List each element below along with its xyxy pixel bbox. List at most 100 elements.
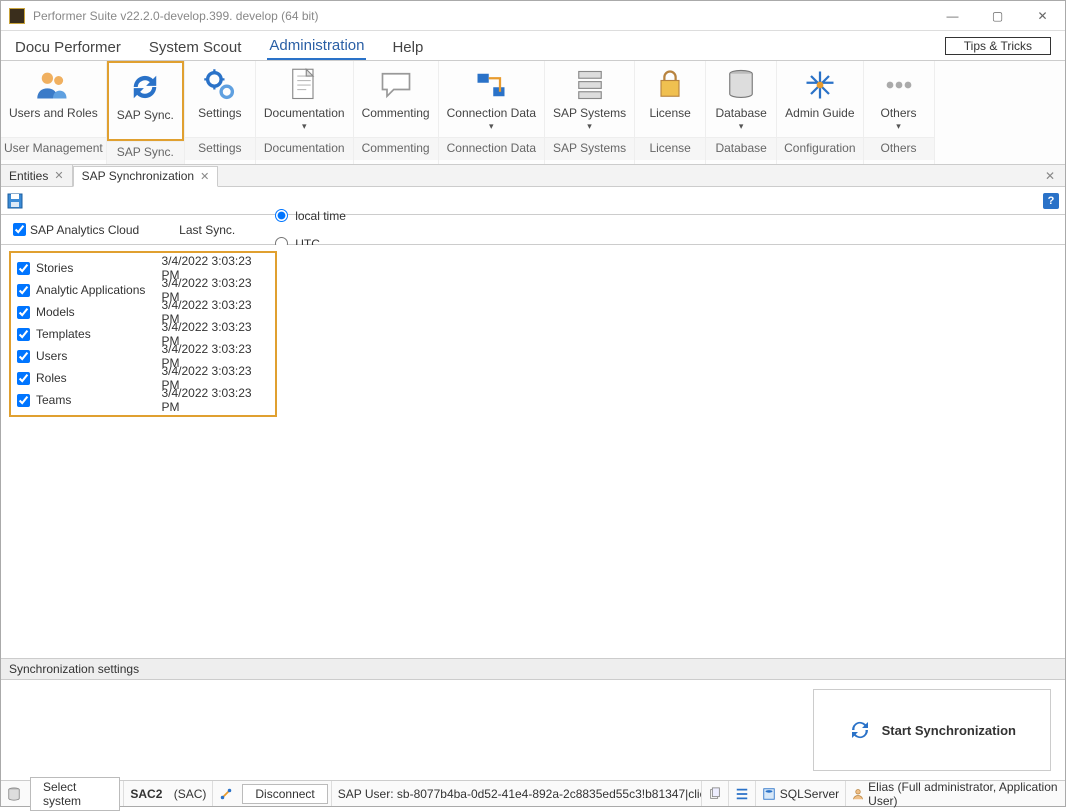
sync-item-name: Users xyxy=(36,349,161,363)
sync-item-checkbox[interactable] xyxy=(17,372,30,385)
copy-icon[interactable] xyxy=(701,781,728,806)
doc-icon xyxy=(286,67,322,103)
local-time-radio-input[interactable] xyxy=(275,209,288,222)
ribbon-button-settings[interactable]: Settings xyxy=(185,61,255,137)
ribbon-group: Admin GuideConfiguration xyxy=(777,61,863,164)
ribbon-group-label: Settings xyxy=(185,137,255,160)
chevron-down-icon: ▾ xyxy=(553,121,626,131)
local-time-radio[interactable]: local time xyxy=(275,209,346,223)
main-content: Stories3/4/2022 3:03:23 PMAnalytic Appli… xyxy=(1,245,1065,780)
ribbon-group-label: Others xyxy=(864,137,934,160)
align-icon[interactable] xyxy=(728,781,755,806)
ribbon-button-license[interactable]: License xyxy=(635,61,705,137)
tab-label: SAP Synchronization xyxy=(82,169,195,183)
maximize-button[interactable]: ▢ xyxy=(975,1,1020,31)
ribbon-button-label: SAP Sync. xyxy=(117,109,174,139)
ribbon-button-label: Others ▾ xyxy=(881,107,917,137)
menu-help[interactable]: Help xyxy=(390,35,425,60)
connection-icon[interactable] xyxy=(212,781,239,806)
sync-item-checkbox[interactable] xyxy=(17,262,30,275)
sync-settings-body: Start Synchronization xyxy=(1,680,1065,780)
sync-list: Stories3/4/2022 3:03:23 PMAnalytic Appli… xyxy=(9,251,277,417)
ribbon: Users and RolesUser ManagementSAP Sync.S… xyxy=(1,61,1065,165)
database-icon[interactable] xyxy=(1,781,27,806)
start-synchronization-button[interactable]: Start Synchronization xyxy=(813,689,1051,771)
ribbon-button-commenting[interactable]: Commenting xyxy=(354,61,438,137)
app-icon xyxy=(9,8,25,24)
close-button[interactable]: ✕ xyxy=(1020,1,1065,31)
tab-label: Entities xyxy=(9,169,48,183)
ribbon-button-others[interactable]: Others ▾ xyxy=(864,61,934,137)
ribbon-button-admin-guide[interactable]: Admin Guide xyxy=(777,61,862,137)
ribbon-group: Users and RolesUser Management xyxy=(1,61,107,164)
tab-sap-synchronization[interactable]: SAP Synchronization ✕ xyxy=(73,166,219,187)
window-title: Performer Suite v22.2.0-develop.399. dev… xyxy=(33,9,930,23)
ribbon-group-label: License xyxy=(635,137,705,160)
sync-item-checkbox[interactable] xyxy=(17,284,30,297)
sync-item-name: Stories xyxy=(36,261,161,275)
ribbon-button-users-and-roles[interactable]: Users and Roles xyxy=(1,61,106,137)
disconnect-button[interactable]: Disconnect xyxy=(242,784,327,804)
minimize-button[interactable]: — xyxy=(930,1,975,31)
sac-checkbox[interactable]: SAP Analytics Cloud xyxy=(13,223,139,237)
ribbon-button-label: Users and Roles xyxy=(9,107,98,137)
save-icon[interactable] xyxy=(7,193,23,209)
document-tabs: Entities ✕ SAP Synchronization ✕ ✕ xyxy=(1,165,1065,187)
sync-item-name: Models xyxy=(36,305,161,319)
chevron-down-icon: ▾ xyxy=(447,121,536,131)
license-icon xyxy=(652,67,688,103)
menubar: Docu Performer System Scout Administrati… xyxy=(1,31,1065,61)
ribbon-button-sap-systems[interactable]: SAP Systems ▾ xyxy=(545,61,634,137)
ribbon-group-label: SAP Systems xyxy=(545,137,634,160)
sync-item-checkbox[interactable] xyxy=(17,350,30,363)
toolbar: ? xyxy=(1,187,1065,215)
ribbon-button-label: Settings xyxy=(198,107,241,137)
menu-system-scout[interactable]: System Scout xyxy=(147,35,244,60)
sync-item-checkbox[interactable] xyxy=(17,328,30,341)
ribbon-group-label: SAP Sync. xyxy=(107,141,184,164)
close-icon[interactable]: ✕ xyxy=(54,169,63,182)
users-icon xyxy=(35,67,71,103)
ribbon-group-label: Connection Data xyxy=(439,137,544,160)
ribbon-button-label: SAP Systems ▾ xyxy=(553,107,626,137)
ribbon-button-label: Commenting xyxy=(362,107,430,137)
close-all-tabs[interactable]: ✕ xyxy=(1035,169,1065,183)
sync-row: Teams3/4/2022 3:03:23 PM xyxy=(17,389,269,411)
sync-item-checkbox[interactable] xyxy=(17,394,30,407)
select-system-button[interactable]: Select system xyxy=(30,777,120,811)
ribbon-button-connection-data[interactable]: Connection Data ▾ xyxy=(439,61,544,137)
ribbon-button-database[interactable]: Database ▾ xyxy=(706,61,776,137)
ribbon-button-sap-sync-[interactable]: SAP Sync. xyxy=(107,61,184,141)
ribbon-group: Documentation ▾Documentation xyxy=(256,61,354,164)
sync-item-name: Roles xyxy=(36,371,161,385)
ribbon-button-label: Documentation ▾ xyxy=(264,107,345,137)
ribbon-group-label: Commenting xyxy=(354,137,438,160)
ribbon-group-label: Database xyxy=(706,137,776,160)
gears-icon xyxy=(202,67,238,103)
ribbon-button-label: Database ▾ xyxy=(715,107,766,137)
system-indicator: SAC2 (SAC) xyxy=(123,781,212,806)
sync-item-timestamp: 3/4/2022 3:03:23 PM xyxy=(161,386,269,414)
help-icon[interactable]: ? xyxy=(1043,193,1059,209)
menu-administration[interactable]: Administration xyxy=(267,33,366,60)
tips-tricks-button[interactable]: Tips & Tricks xyxy=(945,37,1051,55)
user-indicator: Elias (Full administrator, Application U… xyxy=(845,781,1065,806)
sync-item-name: Teams xyxy=(36,393,161,407)
ribbon-button-documentation[interactable]: Documentation ▾ xyxy=(256,61,353,137)
sync-content: Stories3/4/2022 3:03:23 PMAnalytic Appli… xyxy=(1,245,1065,658)
systems-icon xyxy=(572,67,608,103)
titlebar: Performer Suite v22.2.0-develop.399. dev… xyxy=(1,1,1065,31)
close-icon[interactable]: ✕ xyxy=(200,170,209,183)
tab-entities[interactable]: Entities ✕ xyxy=(1,165,73,186)
ribbon-group: Database ▾Database xyxy=(706,61,777,164)
start-sync-label: Start Synchronization xyxy=(882,723,1016,738)
filter-row: SAP Analytics Cloud Last Sync. local tim… xyxy=(1,215,1065,245)
ribbon-button-label: Connection Data ▾ xyxy=(447,107,536,137)
sync-item-checkbox[interactable] xyxy=(17,306,30,319)
ribbon-group-label: Documentation xyxy=(256,137,353,160)
sac-checkbox-input[interactable] xyxy=(13,223,26,236)
menu-docu-performer[interactable]: Docu Performer xyxy=(13,35,123,60)
comment-icon xyxy=(378,67,414,103)
ribbon-button-label: License xyxy=(649,107,690,137)
sync-item-name: Templates xyxy=(36,327,161,341)
